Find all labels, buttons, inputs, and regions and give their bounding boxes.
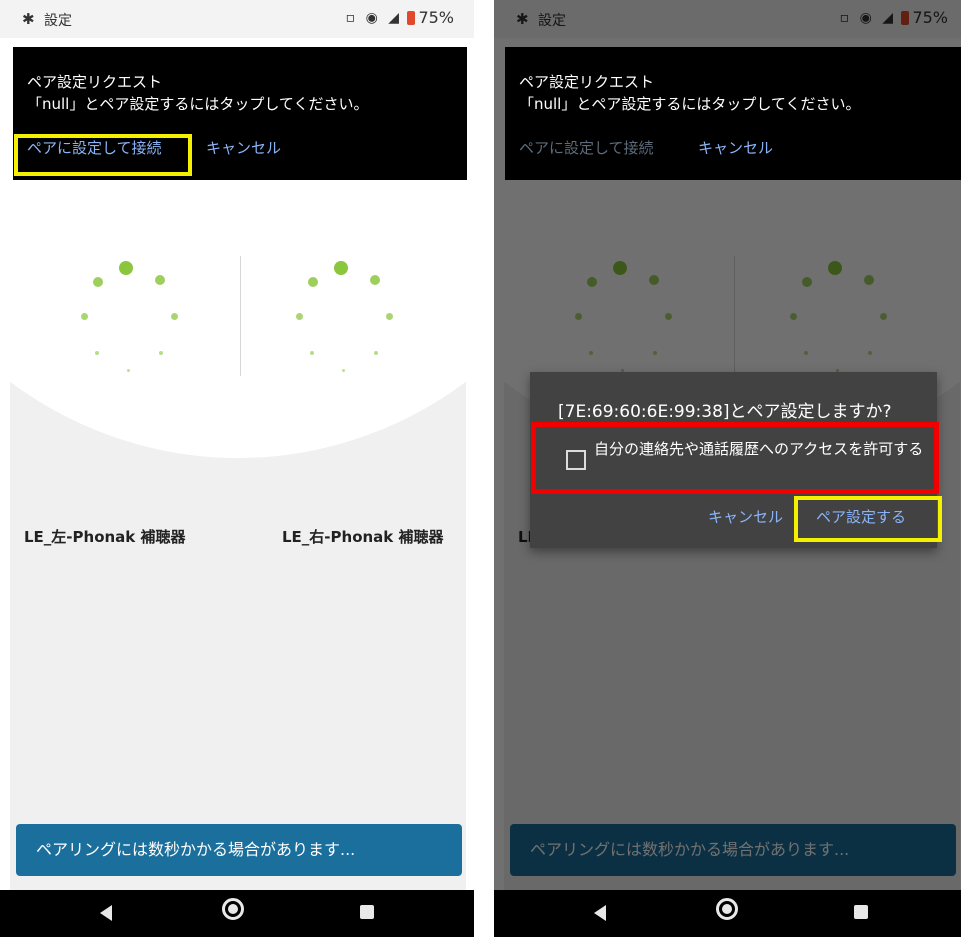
pairing-request-notification[interactable]: ペア設定リクエスト 「null」とペア設定するにはタップしてください。 ペアに設… — [505, 47, 961, 180]
device-divider — [240, 256, 241, 376]
spinner-dot — [334, 261, 348, 275]
spinner-dot — [308, 277, 318, 287]
battery-icon — [407, 11, 416, 25]
spinner-dot — [155, 275, 165, 285]
dialog-title: [7E:69:60:6E:99:38]とペア設定しますか? — [558, 402, 892, 422]
navigation-bar — [494, 890, 961, 937]
notification-title: ペア設定リクエスト — [27, 73, 163, 91]
right-device-spinner — [290, 253, 400, 383]
spinner-dot — [93, 277, 103, 287]
pair-and-connect-button[interactable]: ペアに設定して接続 — [519, 137, 654, 158]
status-bar: ✱ 設定 ▫ ◉ ◢ 75% — [0, 0, 474, 38]
spinner-dot — [296, 313, 303, 320]
right-device-name[interactable]: LE_右-Phonak 補聴器 — [282, 526, 444, 547]
dialog-cancel-button[interactable]: キャンセル — [708, 506, 783, 527]
highlight-box — [794, 496, 942, 542]
navigation-bar — [0, 890, 474, 937]
spinner-dot — [171, 313, 178, 320]
left-device-spinner — [75, 253, 185, 383]
bluetooth-icon: ✱ — [22, 10, 35, 28]
spinner-dot — [370, 275, 380, 285]
spinner-dot — [159, 351, 163, 355]
spinner-dot — [127, 369, 130, 372]
notification-title: ペア設定リクエスト — [519, 73, 655, 91]
back-icon[interactable] — [594, 905, 606, 921]
spinner-dot — [374, 351, 378, 355]
phone-screen-left: ✱ 設定 ▫ ◉ ◢ 75% LE_左-Phonak 補聴器 LE_右-Phon… — [0, 0, 474, 937]
phone-screen-right: ✱ 設定 ▫ ◉ ◢ 75% LE_左-Phonak 補聴器 LE_右-Phon… — [494, 0, 961, 937]
signal-icons: ▫ ◉ ◢ — [345, 10, 402, 26]
spinner-dot — [310, 351, 314, 355]
back-icon[interactable] — [100, 905, 112, 921]
notification-cancel-button[interactable]: キャンセル — [206, 137, 281, 158]
spinner-dot — [386, 313, 393, 320]
status-bar-title: 設定 — [44, 13, 72, 29]
recent-apps-icon[interactable] — [854, 905, 868, 919]
home-icon[interactable] — [222, 898, 244, 920]
recent-apps-icon[interactable] — [360, 905, 374, 919]
notification-cancel-button[interactable]: キャンセル — [698, 137, 773, 158]
highlight-box — [14, 134, 192, 176]
left-device-name[interactable]: LE_左-Phonak 補聴器 — [24, 526, 186, 547]
pairing-status-banner: ペアリングには数秒かかる場合があります... — [16, 824, 462, 876]
battery-indicator: 75% — [407, 8, 454, 27]
home-icon[interactable] — [716, 898, 738, 920]
spinner-dot — [95, 351, 99, 355]
spinner-dot — [342, 369, 345, 372]
spinner-dot — [81, 313, 88, 320]
highlight-box — [531, 422, 939, 494]
notification-body: 「null」とペア設定するにはタップしてください。 — [27, 95, 369, 113]
notification-body: 「null」とペア設定するにはタップしてください。 — [519, 95, 861, 113]
spinner-dot — [119, 261, 133, 275]
